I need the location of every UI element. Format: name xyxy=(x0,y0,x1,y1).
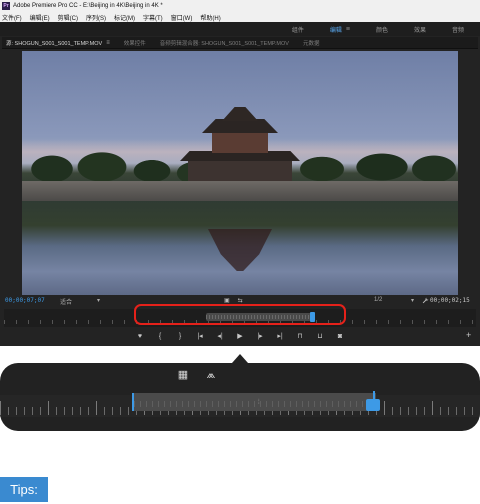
drag-handles: ▣ ⇆ xyxy=(224,297,243,304)
resolution-label: 1/2 xyxy=(374,297,383,303)
tab-metadata[interactable]: 元数据 xyxy=(303,39,320,47)
tab-audio-clip-mixer[interactable]: 音频剪辑混合器: SHOGUN_S001_S001_TEMP.MOV xyxy=(160,39,289,47)
palace-wall xyxy=(22,181,458,201)
zoomed-callout: ▦ ⩕ ⦙ xyxy=(0,363,480,431)
playback-resolution-select[interactable]: 1/2 ▾ xyxy=(374,297,414,304)
mark-out-button[interactable]: } xyxy=(175,333,185,340)
menu-marker[interactable]: 标记(M) xyxy=(114,13,135,22)
callout-pointer xyxy=(232,354,248,363)
workspace-editing[interactable]: 编辑 ≡ xyxy=(330,25,350,34)
zoom-fit-select[interactable]: 适合 ▾ xyxy=(60,297,100,306)
play-button[interactable]: ▶ xyxy=(235,332,245,340)
tab-menu-icon[interactable]: ≡ xyxy=(106,40,110,46)
workspace-label: 编辑 xyxy=(329,27,342,34)
menu-window[interactable]: 窗口(W) xyxy=(171,13,193,22)
workspace-bar: 组件 编辑 ≡ 颜色 效果 音频 xyxy=(0,22,480,36)
panel-tab-bar: 源: SHOGUN_S001_S001_TEMP.MOV ≡ 效果控件 音频剪辑混… xyxy=(2,37,478,49)
workspace-audio[interactable]: 音频 xyxy=(452,25,464,34)
title-bar: Pr Adobe Premiere Pro CC - E:\Beijing in… xyxy=(0,0,480,12)
workspace-label: 颜色 xyxy=(375,27,388,34)
tips-label: Tips: xyxy=(0,477,48,502)
step-back-button[interactable]: ◂| xyxy=(215,332,225,340)
button-editor-plus-button[interactable]: + xyxy=(466,330,471,340)
workspace-assembly[interactable]: 组件 xyxy=(292,25,304,34)
menu-help[interactable]: 帮助(H) xyxy=(200,13,220,22)
go-to-out-button[interactable]: ▸| xyxy=(275,332,285,340)
mark-in-button[interactable]: { xyxy=(155,333,165,340)
callout-zoom-hatch xyxy=(134,401,376,407)
tab-label: 音频剪辑混合器: SHOGUN_S001_S001_TEMP.MOV xyxy=(159,40,289,47)
film-strip-icon: ▦ xyxy=(177,369,189,381)
menu-clip[interactable]: 剪辑(C) xyxy=(58,13,78,22)
source-monitor-panel: 00;00;07;07 适合 ▾ ▣ ⇆ 1/2 ▾ 00;00;02;15 ♥… xyxy=(2,49,478,346)
drag-video-icon[interactable]: ▣ xyxy=(224,297,230,304)
tower-middle xyxy=(212,131,268,153)
go-to-in-button[interactable]: |◂ xyxy=(195,332,205,340)
callout-playhead-handle xyxy=(366,399,380,411)
menu-edit[interactable]: 编辑(E) xyxy=(30,13,50,22)
step-forward-button[interactable]: |▸ xyxy=(255,332,265,340)
chevron-down-icon: ▾ xyxy=(96,298,100,304)
premiere-window: Pr Adobe Premiere Pro CC - E:\Beijing in… xyxy=(0,0,480,346)
tab-label: 元数据 xyxy=(302,40,320,47)
duration-timecode: 00;00;02;15 xyxy=(430,297,470,304)
menu-bar: 文件(F) 编辑(E) 剪辑(C) 序列(S) 标记(M) 字幕(T) 窗口(W… xyxy=(0,12,480,22)
tower-upper-roof xyxy=(202,119,278,133)
tab-label: 效果控件 xyxy=(123,40,146,47)
transport-controls: ♥ { } |◂ ◂| ▶ |▸ ▸| ⊓ ⊔ ◙ xyxy=(2,330,478,342)
tab-label: 源: SHOGUN_S001_S001_TEMP.MOV xyxy=(6,40,103,47)
tower-top-roof xyxy=(222,107,258,121)
premiere-app-icon: Pr xyxy=(2,2,10,10)
callout-icons: ▦ ⩕ xyxy=(176,369,218,382)
tab-effect-controls[interactable]: 效果控件 xyxy=(124,39,146,47)
add-marker-button[interactable]: ♥ xyxy=(135,333,145,340)
video-preview[interactable] xyxy=(22,51,458,295)
callout-zoom-scroll-bar: ⦙ xyxy=(132,393,376,411)
drag-audio-icon[interactable]: ⇆ xyxy=(238,297,243,304)
menu-file[interactable]: 文件(F) xyxy=(2,13,22,22)
workspace-label: 效果 xyxy=(413,27,426,34)
insert-button[interactable]: ⊓ xyxy=(295,332,305,340)
workspace-label: 音频 xyxy=(451,27,464,34)
workspace-label: 组件 xyxy=(291,27,304,34)
tab-source-monitor[interactable]: 源: SHOGUN_S001_S001_TEMP.MOV ≡ xyxy=(6,39,110,47)
settings-wrench-icon[interactable] xyxy=(422,297,429,306)
chevron-down-icon: ▾ xyxy=(410,298,414,304)
window-title: Adobe Premiere Pro CC - E:\Beijing in 4K… xyxy=(13,3,163,9)
menu-title[interactable]: 字幕(T) xyxy=(143,13,163,22)
audio-waveform-icon: ⩕ xyxy=(206,369,216,381)
overwrite-button[interactable]: ⊔ xyxy=(315,332,325,340)
grip-icon: ⦙ xyxy=(258,399,260,406)
workspace-menu-icon[interactable]: ≡ xyxy=(346,26,350,33)
export-frame-button[interactable]: ◙ xyxy=(335,333,345,340)
workspace-effects[interactable]: 效果 xyxy=(414,25,426,34)
playhead-timecode[interactable]: 00;00;07;07 xyxy=(5,297,45,304)
zoom-fit-label: 适合 xyxy=(60,300,73,306)
menu-sequence[interactable]: 序列(S) xyxy=(86,13,106,22)
workspace-color[interactable]: 颜色 xyxy=(376,25,388,34)
highlight-annotation xyxy=(134,304,346,325)
